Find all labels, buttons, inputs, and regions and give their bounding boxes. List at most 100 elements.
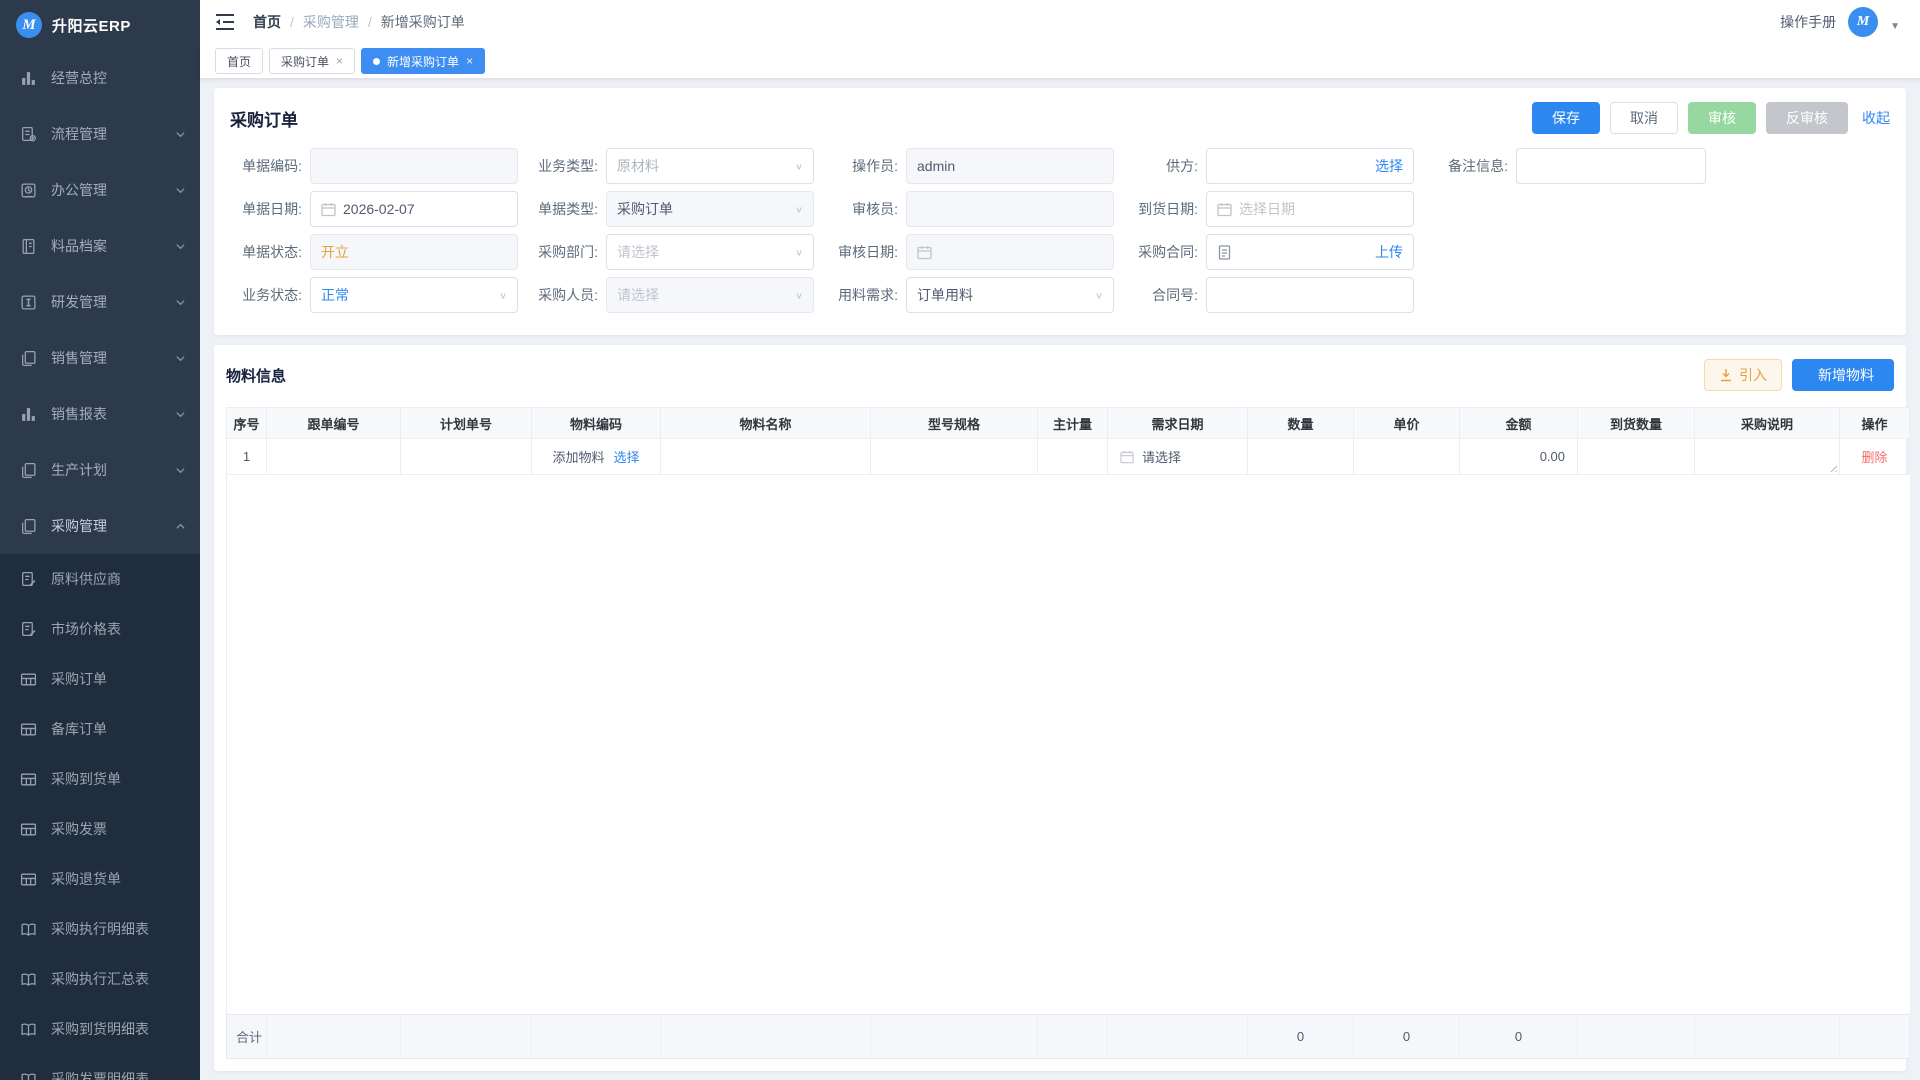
cell-price[interactable] — [1354, 439, 1460, 475]
column-header-主计量: 主计量 — [1038, 408, 1108, 439]
audit-date-label: 审核日期: — [826, 242, 906, 262]
sidebar-subitem-采购发票明细表[interactable]: 采购发票明细表 — [0, 1054, 200, 1080]
avatar[interactable]: M — [1848, 7, 1878, 37]
sidebar-item-销售管理[interactable]: 销售管理 — [0, 330, 200, 386]
cell-actions: 删除 — [1840, 439, 1910, 475]
table-row: 1 添加物料 选择 — [227, 439, 1910, 475]
footer-total-label: 合计 — [227, 1015, 267, 1059]
operator-label: 操作员: — [826, 156, 906, 176]
sidebar-item-料品档案[interactable]: 料品档案 — [0, 218, 200, 274]
doc-status-label: 单据状态: — [230, 242, 310, 262]
doc-flow-icon — [20, 126, 37, 143]
demand-select[interactable]: 订单用料∨ — [906, 277, 1114, 313]
contract-no-input[interactable] — [1206, 277, 1414, 313]
open-book-icon — [20, 921, 37, 938]
sidebar-collapse-icon[interactable] — [215, 13, 235, 31]
sidebar-subitem-label: 采购发票 — [51, 819, 186, 839]
contract-upload-link[interactable]: 上传 — [1375, 242, 1403, 262]
breadcrumb-purchase-mgmt: 采购管理 — [303, 12, 359, 32]
close-icon[interactable]: × — [466, 55, 473, 67]
sidebar-item-经营总控[interactable]: 经营总控 — [0, 50, 200, 106]
sidebar: M 升阳云ERP 经营总控流程管理办公管理料品档案研发管理销售管理销售报表生产计… — [0, 0, 200, 1080]
sidebar-subitem-原料供应商[interactable]: 原料供应商 — [0, 554, 200, 604]
sidebar-subitem-采购订单[interactable]: 采购订单 — [0, 654, 200, 704]
breadcrumb: 首页 / 采购管理 / 新增采购订单 — [253, 12, 465, 32]
cell-tracking-no[interactable] — [267, 439, 401, 475]
biz-status-label: 业务状态: — [230, 285, 310, 305]
sidebar-item-研发管理[interactable]: 研发管理 — [0, 274, 200, 330]
material-section-title: 物料信息 — [226, 365, 286, 386]
manual-link[interactable]: 操作手册 — [1780, 12, 1836, 32]
column-header-物料名称: 物料名称 — [661, 408, 871, 439]
delete-row-link[interactable]: 删除 — [1861, 450, 1887, 465]
caret-down-icon[interactable]: ▼ — [1890, 21, 1900, 32]
purchaser-select: 请选择∨ — [606, 277, 814, 313]
grid-icon — [20, 771, 37, 788]
sidebar-item-采购管理[interactable]: 采购管理 — [0, 498, 200, 554]
brand-name: 升阳云ERP — [52, 15, 131, 36]
column-header-到货数量: 到货数量 — [1578, 408, 1695, 439]
chevron-down-icon — [175, 185, 186, 196]
material-select-link[interactable]: 选择 — [614, 447, 640, 466]
cell-material-code[interactable]: 添加物料 选择 — [532, 439, 661, 475]
doc-type-select: 采购订单∨ — [606, 191, 814, 227]
save-button[interactable]: 保存 — [1532, 102, 1600, 134]
sidebar-subitem-采购退货单[interactable]: 采购退货单 — [0, 854, 200, 904]
chevron-down-icon — [175, 465, 186, 476]
supplier-select-link[interactable]: 选择 — [1375, 156, 1403, 176]
doc-edit-icon — [20, 571, 37, 588]
add-material-button[interactable]: 新增物料 — [1792, 359, 1894, 391]
sidebar-item-label: 经营总控 — [51, 68, 186, 88]
cell-purchase-note[interactable] — [1695, 439, 1840, 475]
sidebar-subitem-采购发票[interactable]: 采购发票 — [0, 804, 200, 854]
contract-upload-box[interactable]: 上传 — [1206, 234, 1414, 270]
remark-input[interactable] — [1516, 148, 1706, 184]
chevron-down-icon: ∨ — [499, 290, 507, 300]
biz-status-select[interactable]: 正常∨ — [310, 277, 518, 313]
collapse-link[interactable]: 收起 — [1862, 108, 1890, 128]
sidebar-subitem-采购到货明细表[interactable]: 采购到货明细表 — [0, 1004, 200, 1054]
active-tab-dot — [373, 58, 380, 65]
sidebar-subitem-采购执行明细表[interactable]: 采购执行明细表 — [0, 904, 200, 954]
cell-demand-date[interactable]: 请选择 — [1108, 439, 1248, 475]
chevron-up-icon — [175, 521, 186, 532]
sidebar-item-生产计划[interactable]: 生产计划 — [0, 442, 200, 498]
tab-采购订单[interactable]: 采购订单× — [269, 48, 355, 74]
cell-arrived-qty — [1578, 439, 1695, 475]
sidebar-subitem-市场价格表[interactable]: 市场价格表 — [0, 604, 200, 654]
open-book-icon — [20, 971, 37, 988]
breadcrumb-current: 新增采购订单 — [381, 12, 465, 32]
page-title: 采购订单 — [230, 106, 298, 131]
purchase-dept-select[interactable]: 请选择∨ — [606, 234, 814, 270]
import-button[interactable]: 引入 — [1704, 359, 1782, 391]
arrival-date-picker[interactable]: 选择日期 — [1206, 191, 1414, 227]
close-icon[interactable]: × — [336, 55, 343, 67]
sidebar-item-流程管理[interactable]: 流程管理 — [0, 106, 200, 162]
cancel-button[interactable]: 取消 — [1610, 102, 1678, 134]
breadcrumb-home[interactable]: 首页 — [253, 12, 281, 32]
doc-type-label: 单据类型: — [526, 199, 606, 219]
cell-plan-no[interactable] — [401, 439, 532, 475]
biz-type-select[interactable]: 原材料∨ — [606, 148, 814, 184]
tab-首页[interactable]: 首页 — [215, 48, 263, 74]
sidebar-subitem-备库订单[interactable]: 备库订单 — [0, 704, 200, 754]
doc-date-picker[interactable]: 2026-02-07 — [310, 191, 518, 227]
download-icon — [1719, 368, 1733, 382]
sidebar-menu: 经营总控流程管理办公管理料品档案研发管理销售管理销售报表生产计划采购管理 — [0, 50, 200, 554]
supplier-input[interactable]: 选择 — [1206, 148, 1414, 184]
tab-新增采购订单[interactable]: 新增采购订单× — [361, 48, 485, 74]
grid-icon — [20, 671, 37, 688]
cell-index: 1 — [227, 439, 267, 475]
cell-qty[interactable] — [1248, 439, 1354, 475]
doc-code-input — [310, 148, 518, 184]
sidebar-subitem-采购到货单[interactable]: 采购到货单 — [0, 754, 200, 804]
sidebar-item-label: 生产计划 — [51, 460, 161, 480]
content: 采购订单 保存 取消 审核 反审核 收起 单据编码: 业务类型: 原材料∨ — [200, 78, 1920, 1080]
sidebar-item-label: 流程管理 — [51, 124, 161, 144]
sidebar-item-销售报表[interactable]: 销售报表 — [0, 386, 200, 442]
brand: M 升阳云ERP — [0, 0, 200, 50]
sidebar-subitem-采购执行汇总表[interactable]: 采购执行汇总表 — [0, 954, 200, 1004]
table-empty-area — [227, 475, 1910, 1015]
grid-icon — [20, 721, 37, 738]
sidebar-item-办公管理[interactable]: 办公管理 — [0, 162, 200, 218]
